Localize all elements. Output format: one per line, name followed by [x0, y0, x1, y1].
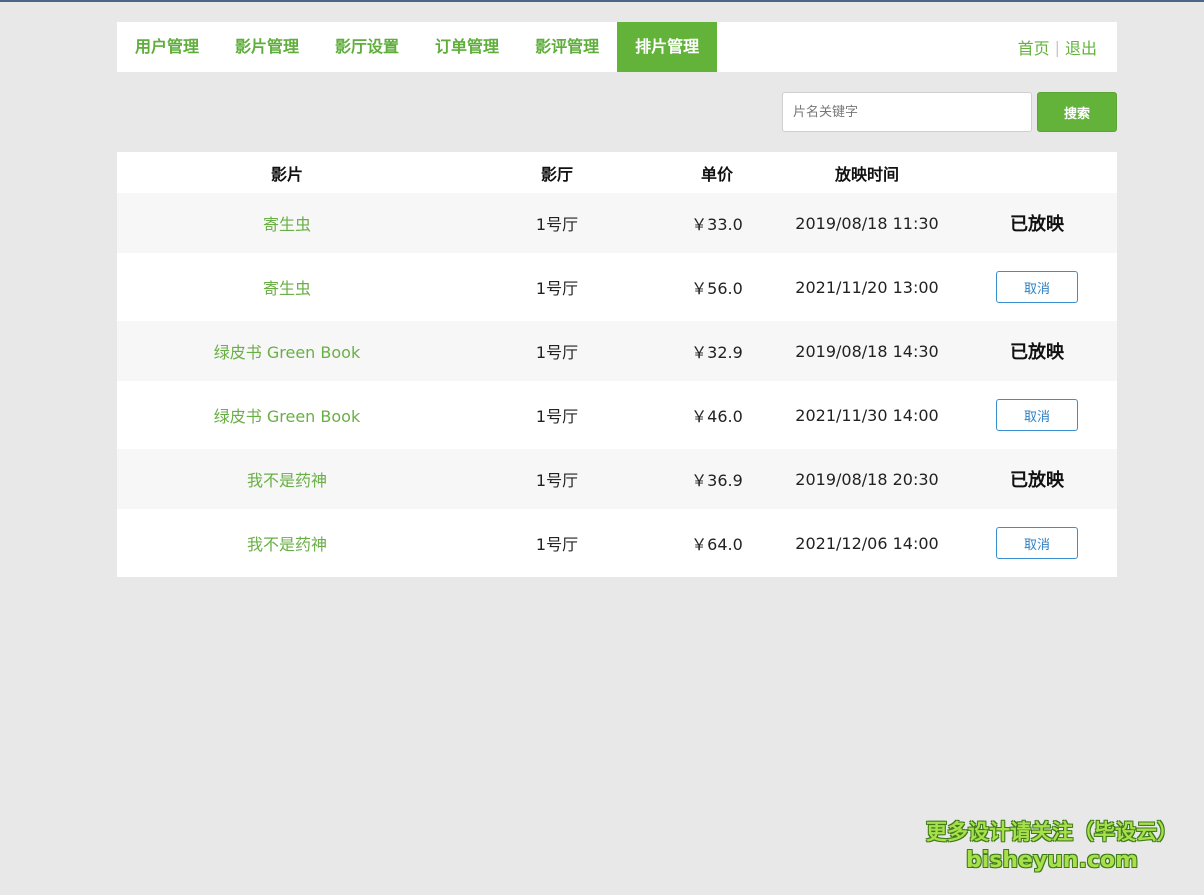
- header-hall: 影厅: [540, 164, 573, 184]
- nav-separator: |: [1054, 37, 1060, 57]
- price-cell: ￥36.9: [691, 471, 743, 490]
- price-cell: ￥33.0: [691, 215, 743, 234]
- showtime-cell: 2019/08/18 11:30: [795, 213, 939, 233]
- hall-cell: 1号厅: [535, 407, 579, 426]
- price-cell: ￥56.0: [691, 279, 743, 298]
- hall-cell: 1号厅: [535, 535, 579, 554]
- status-shown: 已放映: [1010, 214, 1064, 235]
- hall-cell: 1号厅: [535, 279, 579, 298]
- movie-link[interactable]: 寄生虫: [263, 279, 311, 298]
- top-border: [0, 0, 1204, 2]
- showtime-cell: 2021/11/20 13:00: [795, 277, 939, 297]
- table-row: 绿皮书 Green Book 1号厅 ￥46.0 2021/11/30 14:0…: [117, 381, 1117, 449]
- cancel-button[interactable]: 取消: [996, 527, 1078, 559]
- table-row: 寄生虫 1号厅 ￥33.0 2019/08/18 11:30 已放映: [117, 193, 1117, 253]
- tab-review-management[interactable]: 影评管理: [517, 22, 617, 72]
- nav-tabs: 用户管理 影片管理 影厅设置 订单管理 影评管理 排片管理: [117, 22, 718, 72]
- table-row: 我不是药神 1号厅 ￥36.9 2019/08/18 20:30 已放映: [117, 449, 1117, 509]
- nav-user-links: 首页 | 退出: [1018, 22, 1117, 72]
- showtime-cell: 2019/08/18 20:30: [795, 469, 939, 489]
- watermark-line2: bisheyun.com: [965, 848, 1139, 873]
- header-showtime: 放映时间: [834, 164, 899, 184]
- movie-link[interactable]: 绿皮书 Green Book: [214, 343, 360, 362]
- movie-link[interactable]: 我不是药神: [247, 535, 327, 554]
- cancel-button[interactable]: 取消: [996, 399, 1078, 431]
- watermark: 更多设计请关注（毕设云） bisheyun.com: [912, 816, 1192, 874]
- status-shown: 已放映: [1010, 342, 1064, 363]
- search-input[interactable]: [782, 92, 1032, 132]
- price-cell: ￥32.9: [691, 343, 743, 362]
- showtime-cell: 2021/12/06 14:00: [795, 533, 939, 553]
- logout-link[interactable]: 退出: [1065, 35, 1097, 59]
- top-nav: 用户管理 影片管理 影厅设置 订单管理 影评管理 排片管理 首页 | 退出: [117, 22, 1117, 72]
- movie-link[interactable]: 绿皮书 Green Book: [214, 407, 360, 426]
- tab-user-management[interactable]: 用户管理: [117, 22, 217, 72]
- showtime-cell: 2019/08/18 14:30: [795, 341, 939, 361]
- tab-schedule-management[interactable]: 排片管理: [617, 22, 718, 72]
- search-button[interactable]: 搜索: [1037, 92, 1117, 132]
- movie-link[interactable]: 我不是药神: [247, 471, 327, 490]
- cancel-button[interactable]: 取消: [996, 271, 1078, 303]
- home-link[interactable]: 首页: [1018, 35, 1050, 59]
- table-row: 我不是药神 1号厅 ￥64.0 2021/12/06 14:00 取消: [117, 509, 1117, 577]
- movie-link[interactable]: 寄生虫: [263, 215, 311, 234]
- hall-cell: 1号厅: [535, 343, 579, 362]
- table-row: 绿皮书 Green Book 1号厅 ￥32.9 2019/08/18 14:3…: [117, 321, 1117, 381]
- hall-cell: 1号厅: [535, 471, 579, 490]
- table-header: 影片 影厅 单价 放映时间: [117, 152, 1117, 193]
- watermark-line1: 更多设计请关注（毕设云）: [926, 820, 1178, 844]
- tab-movie-management[interactable]: 影片管理: [217, 22, 317, 72]
- table-row: 寄生虫 1号厅 ￥56.0 2021/11/20 13:00 取消: [117, 253, 1117, 321]
- showtime-cell: 2021/11/30 14:00: [795, 405, 939, 425]
- hall-cell: 1号厅: [535, 215, 579, 234]
- schedule-table: 影片 影厅 单价 放映时间 寄生虫 1号厅 ￥33.0 2019/08/18 1…: [117, 152, 1117, 577]
- tab-order-management[interactable]: 订单管理: [417, 22, 517, 72]
- header-movie: 影片: [270, 164, 303, 184]
- tab-hall-settings[interactable]: 影厅设置: [317, 22, 417, 72]
- price-cell: ￥46.0: [691, 407, 743, 426]
- status-shown: 已放映: [1010, 470, 1064, 491]
- header-price: 单价: [700, 164, 733, 184]
- price-cell: ￥64.0: [691, 535, 743, 554]
